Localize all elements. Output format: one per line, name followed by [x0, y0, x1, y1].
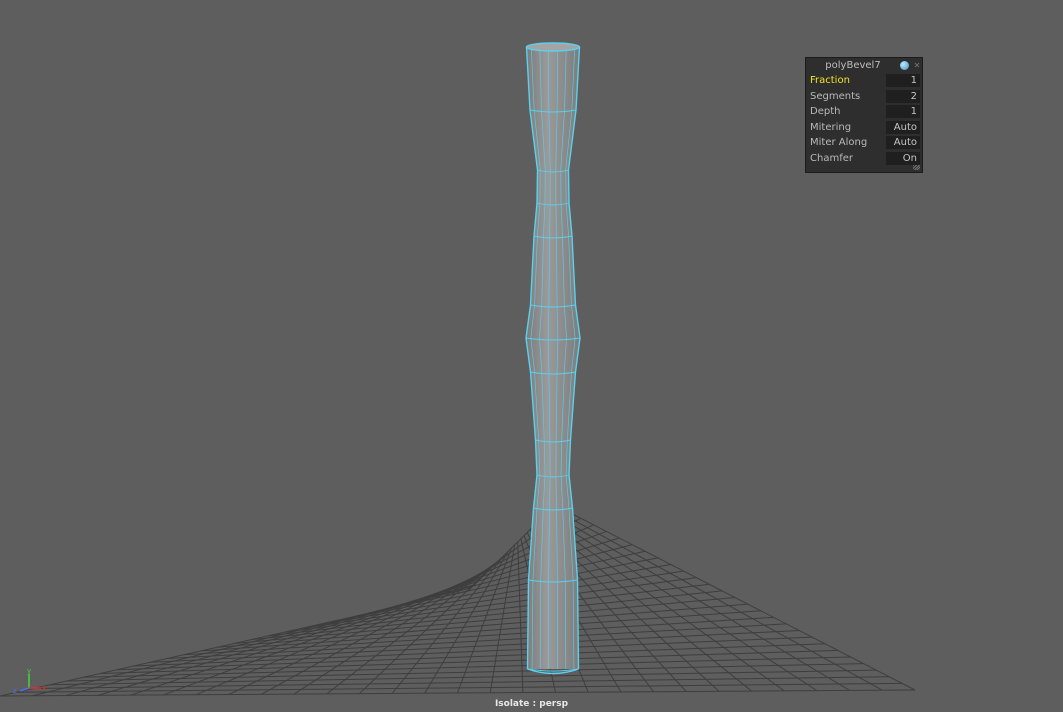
isolate-camera-label: Isolate : persp: [494, 699, 569, 709]
attr-label-mitering[interactable]: Mitering: [810, 121, 851, 134]
attr-value-fraction[interactable]: 1: [886, 74, 920, 87]
attr-label-chamfer[interactable]: Chamfer: [810, 152, 853, 165]
y-axis-label: y: [27, 667, 31, 675]
attr-row-depth[interactable]: Depth 1: [806, 104, 922, 120]
grid-line: [554, 504, 916, 691]
grid-line: [250, 590, 723, 641]
attr-row-mitering[interactable]: Mitering Auto: [806, 120, 922, 136]
attribute-list: Fraction 1 Segments 2 Depth 1 Mitering A…: [806, 73, 922, 166]
tool-settings-panel[interactable]: polyBevel7 ✕ Fraction 1 Segments 2 Depth…: [805, 57, 923, 173]
attr-value-depth[interactable]: 1: [886, 105, 920, 118]
grid-line: [489, 544, 516, 693]
attr-label-segments[interactable]: Segments: [810, 90, 860, 103]
x-axis-label: x: [42, 684, 46, 692]
attr-value-segments[interactable]: 2: [886, 89, 920, 103]
resize-grip-icon[interactable]: [913, 165, 920, 170]
ground-grid: [0, 504, 916, 697]
attr-label-miter-along[interactable]: Miter Along: [810, 136, 867, 149]
attr-label-depth[interactable]: Depth: [810, 105, 840, 118]
z-axis-icon: [19, 687, 30, 692]
pin-icon[interactable]: [900, 61, 909, 70]
attr-value-mitering[interactable]: Auto: [886, 120, 920, 134]
attr-label-fraction[interactable]: Fraction: [810, 74, 850, 87]
attr-value-miter-along[interactable]: Auto: [886, 136, 920, 149]
grid-line: [267, 583, 710, 637]
attr-row-miter-along[interactable]: Miter Along Auto: [806, 135, 922, 151]
z-axis-label: z: [13, 687, 17, 694]
selected-column-mesh[interactable]: [525, 42, 581, 675]
perspective-viewport[interactable]: polyBevel7 ✕ Fraction 1 Segments 2 Depth…: [0, 0, 1063, 712]
panel-title: polyBevel7: [825, 60, 881, 71]
attr-row-fraction[interactable]: Fraction 1: [806, 73, 922, 89]
column-top-cap: [525, 42, 581, 52]
attr-row-segments[interactable]: Segments 2: [806, 89, 922, 105]
axis-gizmo: y x z: [13, 667, 46, 694]
close-icon[interactable]: ✕: [913, 61, 921, 70]
attr-value-chamfer[interactable]: On: [886, 151, 920, 165]
panel-header[interactable]: polyBevel7 ✕: [806, 58, 922, 73]
attr-row-chamfer[interactable]: Chamfer On: [806, 151, 922, 167]
